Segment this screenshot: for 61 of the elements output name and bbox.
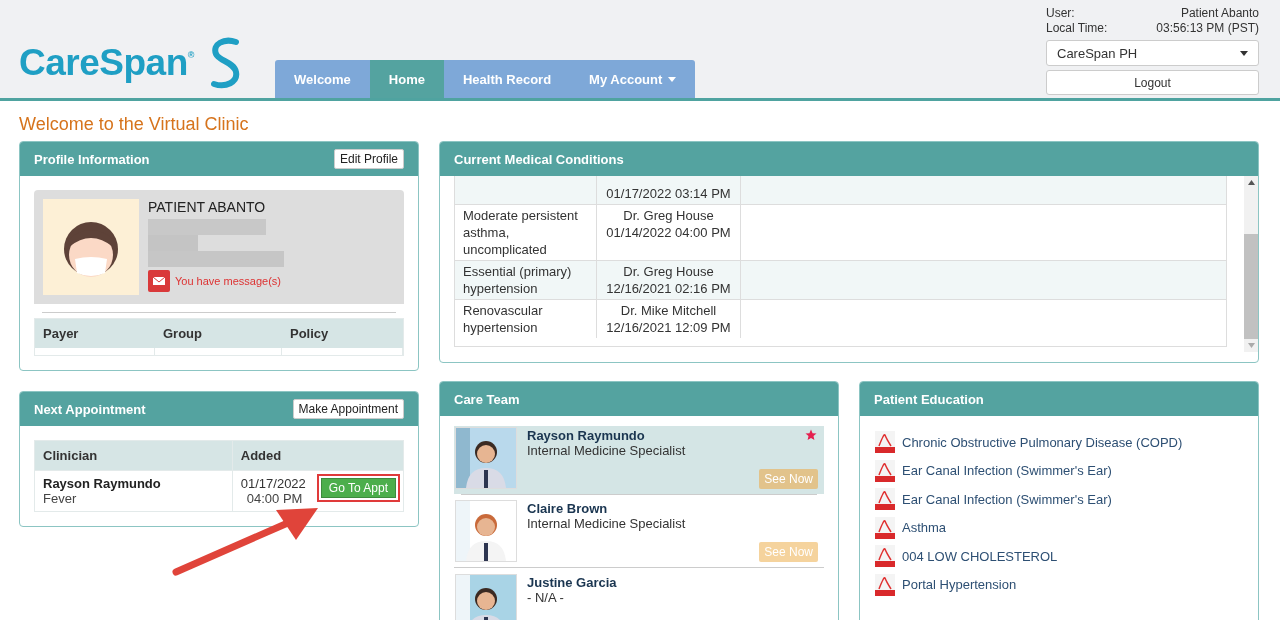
education-link[interactable]: Chronic Obstructive Pulmonary Disease (COPD)	[902, 434, 1183, 450]
pdf-icon	[874, 516, 896, 539]
education-link[interactable]: Portal Hypertension	[902, 577, 1017, 593]
panel-title: Care Team	[454, 391, 520, 407]
clinician-role: - N/A -	[527, 590, 565, 605]
pdf-icon	[874, 431, 896, 454]
column-header: Payer	[35, 319, 155, 348]
care-team-member[interactable]: Justine Garcia - N/A -	[454, 573, 824, 620]
condition-name: Essential (primary) hypertension	[463, 264, 572, 296]
education-link[interactable]: Asthma	[902, 520, 947, 536]
panel-title: Current Medical Conditions	[454, 151, 624, 167]
local-time: 03:56:13 PM (PST)	[1156, 21, 1259, 36]
user-name: Patient Abanto	[1180, 6, 1259, 21]
clinician-name: Rayson Raymundo	[43, 476, 162, 491]
user-label: User:	[1046, 6, 1075, 21]
scrollbar[interactable]	[1244, 176, 1258, 352]
page-title: Welcome to the Virtual Clinic	[19, 113, 250, 135]
education-link[interactable]: 004 LOW CHOLESTEROL	[902, 548, 1058, 564]
doctor-name: Dr. Mike Mitchell	[619, 302, 718, 319]
clinician-name: Claire Brown	[527, 501, 609, 516]
time-label: Local Time:	[1046, 21, 1108, 36]
panel-title: Next Appointment	[34, 401, 146, 417]
doctor-name: Dr. Greg House	[622, 263, 715, 280]
condition-name: Renovascular hypertension	[463, 303, 543, 335]
condition-date: 12/16/2021 12:09 PM	[605, 319, 732, 336]
care-team-member[interactable]: Claire Brown Internal Medicine Specialist See Now	[454, 499, 824, 568]
condition-date: 01/17/2022 03:14 PM	[605, 185, 732, 202]
column-header: Group	[155, 319, 282, 348]
make-appointment-button[interactable]: Make Appointment	[292, 399, 404, 419]
doctor-name: Dr. Greg House	[622, 207, 715, 224]
edit-profile-button[interactable]: Edit Profile	[333, 149, 404, 169]
clinician-name: Justine Garcia	[527, 575, 618, 590]
condition-date: 01/14/2022 04:00 PM	[605, 224, 732, 241]
column-header: Added	[232, 440, 314, 471]
education-link[interactable]: Ear Canal Infection (Swimmer's Ear)	[902, 463, 1112, 479]
mail-icon[interactable]	[148, 270, 170, 292]
appointment-date: 01/17/2022	[240, 476, 306, 491]
appointment-reason: Fever	[43, 491, 78, 506]
scroll-up-icon[interactable]	[1247, 180, 1255, 185]
logo-text: CareSpan$^{®}$	[19, 42, 194, 84]
pdf-icon	[874, 573, 896, 596]
logout-button[interactable]: Logout	[1046, 70, 1259, 95]
column-header: Clinician	[34, 440, 233, 471]
clinician-role: Internal Medicine Specialist	[527, 443, 687, 458]
care-team-member[interactable]: Rayson Raymundo Internal Medicine Specialist See Now	[454, 426, 824, 494]
caret-icon	[1240, 50, 1248, 56]
clinic-select[interactable]: CareSpan PH	[1046, 40, 1259, 66]
pdf-icon	[874, 459, 896, 482]
appointment-time: 04:00 PM	[245, 491, 304, 506]
panel-title: Profile Information	[34, 151, 150, 167]
clinician-name: Rayson Raymundo	[527, 428, 646, 443]
column-header: Policy	[282, 319, 403, 348]
pdf-icon	[874, 488, 896, 511]
condition-name: Moderate persistent asthma, uncomplicated	[463, 208, 578, 257]
panel-title: Patient Education	[874, 391, 984, 407]
clinician-role: Internal Medicine Specialist	[527, 516, 687, 531]
pdf-icon	[874, 545, 896, 568]
condition-date: 12/16/2021 02:16 PM	[605, 280, 732, 297]
education-link[interactable]: Ear Canal Infection (Swimmer's Ear)	[902, 491, 1112, 507]
patient-name: PATIENT ABANTO	[148, 199, 267, 215]
avatar-icon	[43, 199, 139, 295]
